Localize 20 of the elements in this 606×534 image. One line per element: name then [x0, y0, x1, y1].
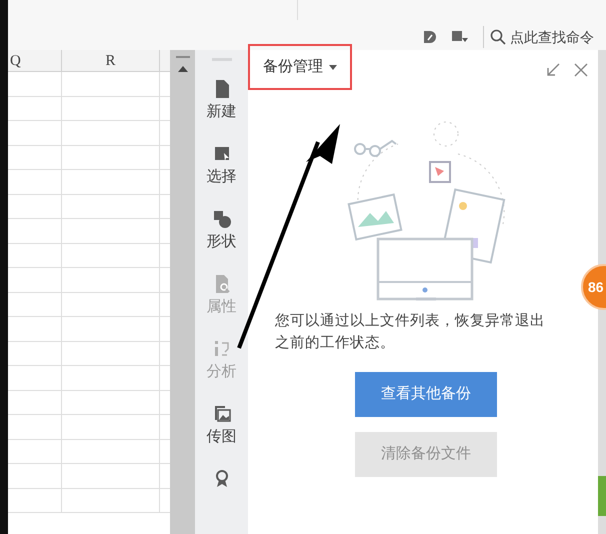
- column-header[interactable]: Q: [8, 50, 62, 71]
- tool-button[interactable]: 传图: [206, 404, 236, 469]
- column-header[interactable]: R: [62, 50, 160, 71]
- shapes-icon: [212, 209, 232, 229]
- search-label: 点此查找命令: [510, 28, 594, 46]
- scroll-up-icon[interactable]: [178, 66, 188, 72]
- dropdown-list-icon[interactable]: [451, 30, 469, 44]
- view-backups-button[interactable]: 查看其他备份: [355, 372, 497, 417]
- command-search-button[interactable]: 点此查找命令: [490, 26, 594, 48]
- caret-icon: [329, 64, 337, 70]
- recovery-message: 您可以通过以上文件列表，恢复异常退出之前的工作状态。: [274, 312, 546, 353]
- edit-document-icon[interactable]: [423, 30, 437, 44]
- tool-button[interactable]: 选择: [206, 144, 236, 209]
- collapse-arrow-icon[interactable]: [546, 63, 560, 77]
- backup-management-tab[interactable]: 备份管理: [248, 44, 352, 90]
- close-icon[interactable]: [574, 63, 588, 77]
- vertical-scrollbar[interactable]: [170, 50, 195, 534]
- tool-button[interactable]: 形状: [206, 209, 236, 274]
- tool-button[interactable]: 新建: [206, 79, 236, 144]
- search-icon: [490, 29, 506, 45]
